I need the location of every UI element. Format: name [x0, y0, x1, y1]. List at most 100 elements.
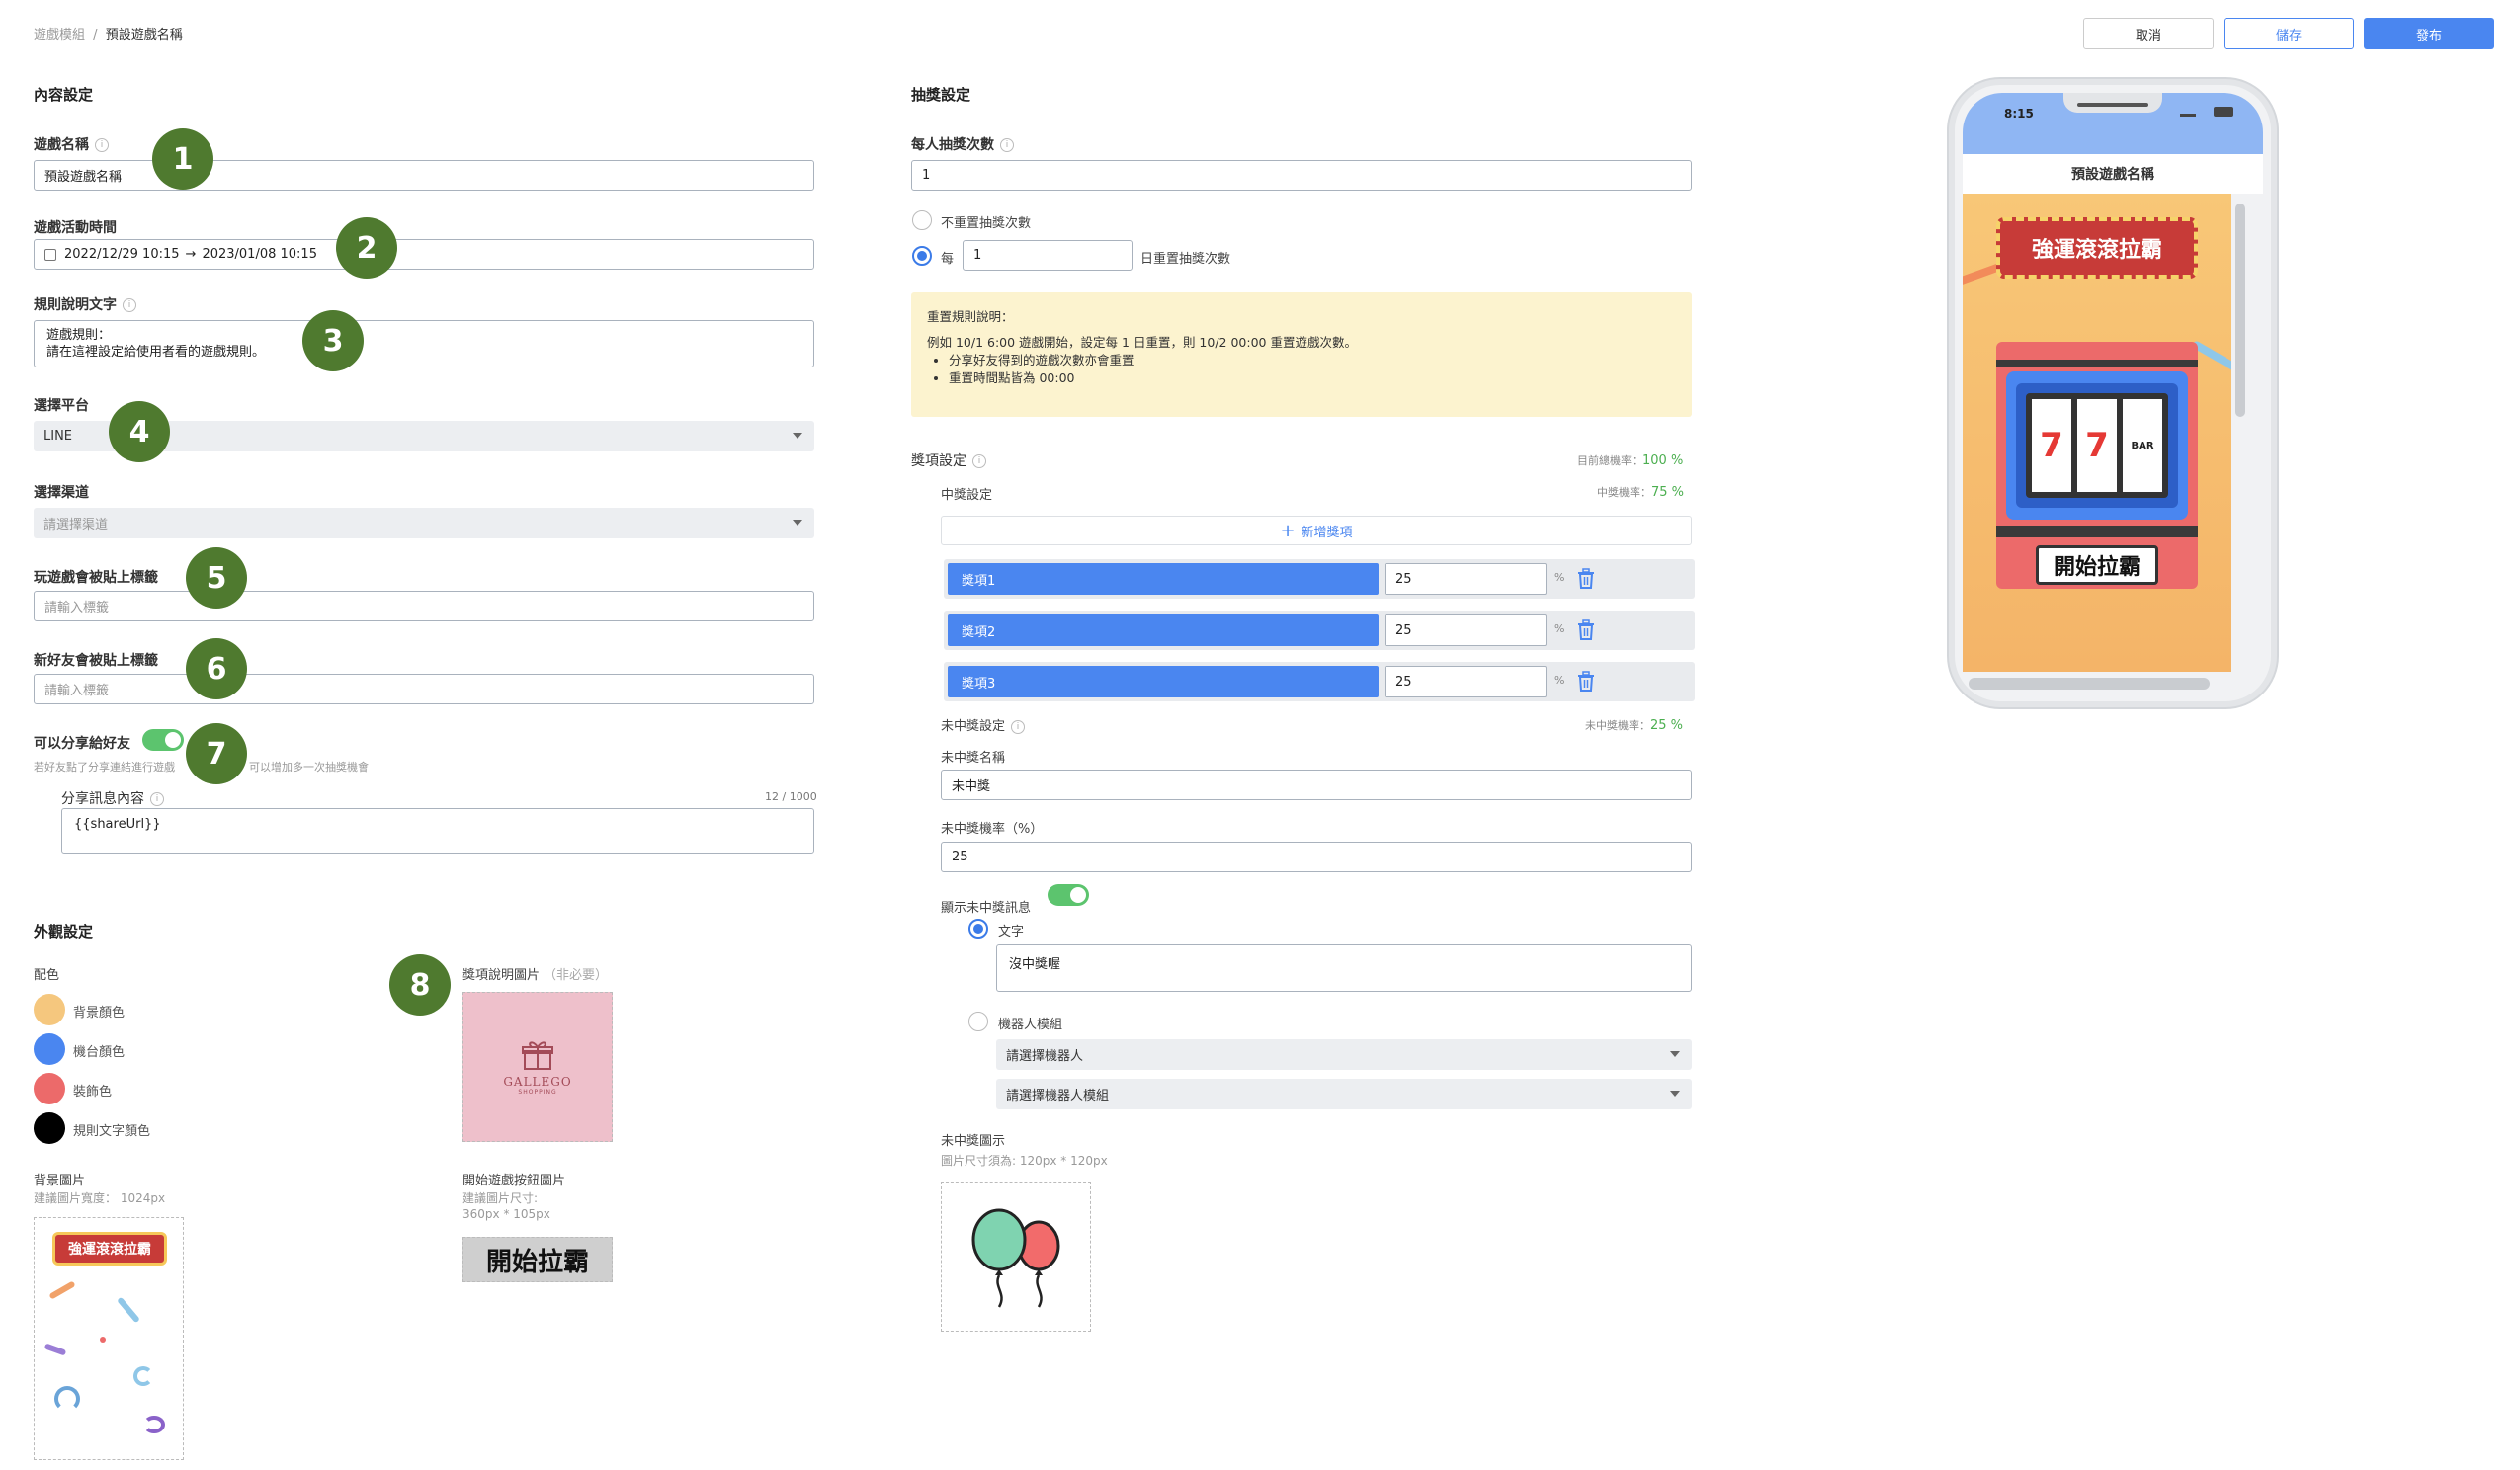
reset-note: 重置規則說明： 例如 10/1 6:00 遊戲開始，設定每 1 日重置，則 10…	[911, 292, 1692, 417]
per-person-input[interactable]: 1	[911, 160, 1692, 191]
rules-line-1: 遊戲規則：	[46, 328, 112, 343]
lottery-section-title: 抽獎設定	[911, 86, 971, 104]
chevron-down-icon	[1670, 1051, 1680, 1057]
bg-color-label: 背景顏色	[73, 1006, 126, 1021]
channel-select[interactable]: 請選擇渠道	[34, 508, 814, 538]
brand-name: GALLEGO	[503, 1074, 572, 1089]
lose-name-input[interactable]: 未中獎	[941, 770, 1692, 800]
lose-icon-upload[interactable]	[941, 1182, 1091, 1332]
machine-color-swatch[interactable]	[34, 1033, 65, 1065]
prize-rate-input[interactable]: 25	[1385, 614, 1547, 646]
bot-option-label: 機器人模組	[998, 1018, 1063, 1032]
start-button-image-upload[interactable]: 開始拉霸	[462, 1237, 613, 1282]
bot-module-select[interactable]: 請選擇機器人模組	[996, 1079, 1692, 1109]
lose-rate: 未中獎機率：25 %	[1585, 718, 1684, 733]
step-badge-2: 2	[336, 217, 397, 279]
slot-machine: 7 7 BAR 開始拉霸	[1996, 342, 2198, 589]
every-suffix: 日重置抽獎次數	[1140, 252, 1231, 267]
lose-prob-input[interactable]: 25	[941, 842, 1692, 872]
trash-icon[interactable]	[1576, 619, 1596, 641]
breadcrumb-current: 預設遊戲名稱	[105, 28, 183, 42]
save-button[interactable]: 儲存	[2224, 18, 2354, 49]
share-msg-value: {{shareUrl}}	[74, 817, 161, 832]
scrollbar-vertical[interactable]	[2235, 204, 2245, 417]
preview-start-button[interactable]: 開始拉霸	[2036, 545, 2158, 585]
share-msg-label: 分享訊息內容 i	[61, 788, 164, 808]
prize-row: 獎項1 25 %	[944, 559, 1695, 599]
start-button-image-label: 開始遊戲按鈕圖片	[462, 1174, 566, 1188]
bg-image-upload[interactable]: 強運滾滾拉霸	[34, 1217, 184, 1460]
preview-title: 預設遊戲名稱	[2071, 167, 2154, 183]
win-rate: 中獎機率：75 %	[1597, 485, 1685, 500]
reset-note-bullet-1: 分享好友得到的遊戲次數亦會重置	[949, 352, 1676, 369]
show-lose-msg-toggle[interactable]	[1048, 884, 1089, 906]
breadcrumb-parent[interactable]: 遊戲模組	[34, 28, 85, 42]
step-badge-5: 5	[186, 547, 247, 609]
add-prize-button[interactable]: + 新增獎項	[941, 516, 1692, 545]
reel-1: 7	[2032, 399, 2071, 492]
lose-text-value: 沒中獎喔	[1009, 957, 1061, 972]
game-name-input[interactable]: 預設遊戲名稱	[34, 160, 814, 191]
friend-tag-placeholder: 請輸入標籤	[44, 684, 110, 698]
no-reset-radio[interactable]	[912, 210, 932, 230]
share-msg-count: 12 / 1000	[765, 790, 817, 803]
prize-name-input[interactable]: 獎項3	[948, 666, 1379, 697]
chevron-down-icon	[793, 433, 802, 439]
arrow-icon: →	[185, 247, 197, 262]
lose-label: 未中獎設定 i	[941, 715, 1026, 734]
prize-row: 獎項3 25 %	[944, 662, 1695, 701]
rules-line-2: 請在這裡設定給使用者看的遊戲規則。	[46, 345, 266, 360]
channel-placeholder: 請選擇渠道	[43, 518, 109, 532]
info-icon: i	[972, 454, 986, 468]
prize-rate-input[interactable]: 25	[1385, 666, 1547, 697]
step-badge-1: 1	[152, 128, 213, 190]
chevron-down-icon	[793, 520, 802, 526]
calendar-icon	[44, 248, 56, 261]
percent-unit: %	[1554, 571, 1565, 584]
trash-icon[interactable]	[1576, 671, 1596, 693]
bg-image-hint: 建議圖片寬度： 1024px	[34, 1191, 166, 1205]
gift-icon	[522, 1040, 553, 1070]
rule-text-color-swatch[interactable]	[34, 1112, 65, 1144]
lose-text-textarea[interactable]: 沒中獎喔	[996, 944, 1692, 992]
reset-note-line: 例如 10/1 6:00 遊戲開始，設定每 1 日重置，則 10/2 00:00…	[927, 335, 1357, 350]
percent-unit: %	[1554, 622, 1565, 635]
signal-icon	[2180, 109, 2196, 117]
share-msg-textarea[interactable]: {{shareUrl}}	[61, 808, 814, 854]
bg-image-banner: 強運滾滾拉霸	[52, 1232, 167, 1266]
share-toggle[interactable]	[142, 729, 184, 751]
game-period-picker[interactable]: 2022/12/29 10:15 → 2023/01/08 10:15	[34, 239, 814, 270]
every-day-radio[interactable]	[912, 246, 932, 266]
palette-label: 配色	[34, 968, 60, 983]
prize-rate-input[interactable]: 25	[1385, 563, 1547, 595]
reset-days-input[interactable]: 1	[963, 240, 1133, 271]
friend-tag-input[interactable]: 請輸入標籤	[34, 674, 814, 704]
game-period-label: 遊戲活動時間	[34, 220, 117, 236]
info-icon: i	[1000, 138, 1014, 152]
breadcrumb: 遊戲模組 / 預設遊戲名稱	[34, 28, 183, 42]
trash-icon[interactable]	[1576, 568, 1596, 590]
rules-textarea[interactable]: 遊戲規則： 請在這裡設定給使用者看的遊戲規則。	[34, 320, 814, 368]
prize-name-input[interactable]: 獎項1	[948, 563, 1379, 595]
scrollbar-horizontal[interactable]	[1969, 678, 2210, 690]
bot-select[interactable]: 請選擇機器人	[996, 1039, 1692, 1070]
prize-image-upload[interactable]: GALLEGO SHOPPING	[462, 992, 613, 1142]
prize-name-input[interactable]: 獎項2	[948, 614, 1379, 646]
play-tag-input[interactable]: 請輸入標籤	[34, 591, 814, 621]
decor-color-swatch[interactable]	[34, 1073, 65, 1104]
step-badge-4: 4	[109, 401, 170, 462]
step-badge-7: 7	[186, 723, 247, 784]
brand-sub: SHOPPING	[518, 1088, 557, 1096]
rule-text-color-label: 規則文字顏色	[73, 1124, 151, 1139]
step-badge-6: 6	[186, 638, 247, 699]
play-tag-placeholder: 請輸入標籤	[44, 601, 110, 615]
lose-icon-hint: 圖片尺寸須為: 120px * 120px	[941, 1154, 1108, 1168]
lose-icon-label: 未中獎圖示	[941, 1134, 1006, 1149]
bg-color-swatch[interactable]	[34, 994, 65, 1025]
status-time: 8:15	[2004, 107, 2034, 121]
publish-button[interactable]: 發布	[2364, 18, 2494, 49]
text-option-radio[interactable]	[968, 919, 988, 939]
cancel-button[interactable]: 取消	[2083, 18, 2214, 49]
bot-option-radio[interactable]	[968, 1012, 988, 1031]
channel-label: 選擇渠道	[34, 485, 89, 501]
